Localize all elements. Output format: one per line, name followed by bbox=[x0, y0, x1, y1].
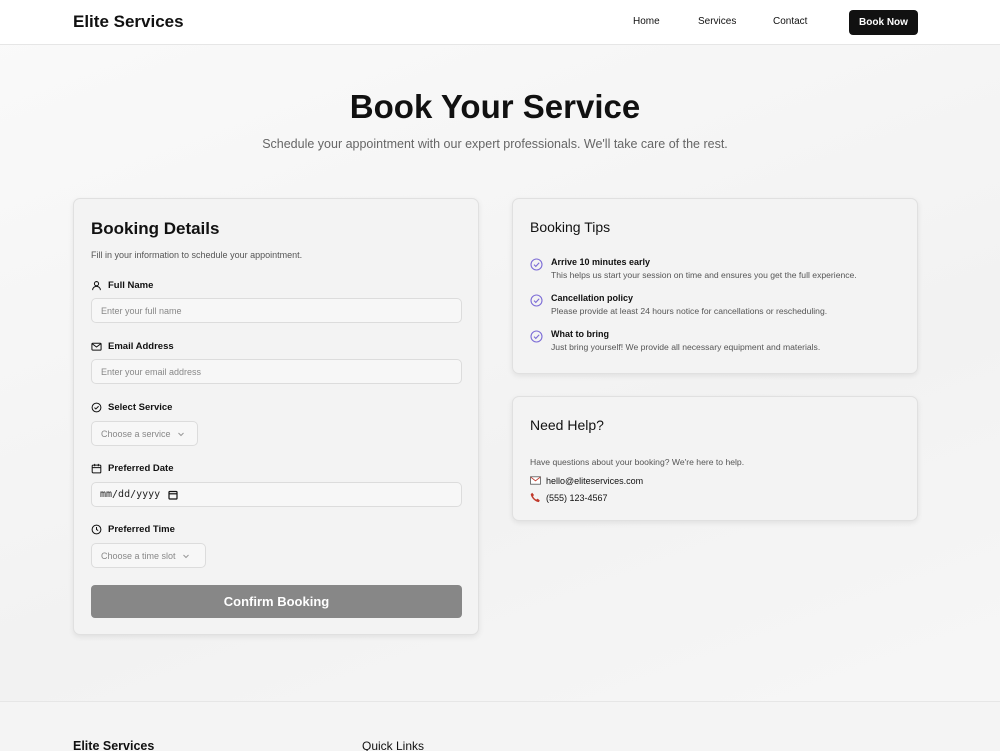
book-now-button[interactable]: Book Now bbox=[849, 10, 918, 35]
form-description: Fill in your information to schedule you… bbox=[91, 250, 303, 260]
date-input[interactable]: mm/dd/yyyy bbox=[91, 482, 462, 507]
full-name-label-text: Full Name bbox=[108, 280, 154, 291]
nav-link-contact[interactable]: Contact bbox=[773, 16, 807, 27]
full-name-input[interactable]: Enter your full name bbox=[91, 298, 462, 323]
form-title: Booking Details bbox=[91, 219, 220, 238]
help-email-row[interactable]: hello@eliteservices.com bbox=[530, 475, 643, 486]
time-label-text: Preferred Time bbox=[108, 524, 175, 535]
tip-item: Cancellation policy Please provide at le… bbox=[530, 293, 827, 316]
help-phone[interactable]: (555) 123-4567 bbox=[546, 493, 608, 503]
tip-text: This helps us start your session on time… bbox=[551, 270, 857, 280]
calendar-icon bbox=[91, 463, 102, 474]
full-name-label: Full Name bbox=[91, 280, 153, 291]
check-circle-icon bbox=[91, 402, 102, 413]
date-label-text: Preferred Date bbox=[108, 463, 174, 474]
help-email[interactable]: hello@eliteservices.com bbox=[546, 476, 643, 486]
tip-item: What to bring Just bring yourself! We pr… bbox=[530, 329, 820, 352]
envelope-icon bbox=[530, 476, 541, 485]
nav-link-services[interactable]: Services bbox=[698, 16, 736, 27]
tip-title: What to bring bbox=[551, 329, 609, 339]
tip-item: Arrive 10 minutes early This helps us st… bbox=[530, 257, 857, 280]
tip-text: Just bring yourself! We provide all nece… bbox=[551, 342, 821, 352]
service-label-text: Select Service bbox=[108, 402, 173, 413]
service-label: Select Service bbox=[91, 402, 172, 413]
top-navbar: Elite Services Home Services Contact Boo… bbox=[0, 0, 1000, 45]
mail-icon bbox=[91, 342, 102, 351]
email-label: Email Address bbox=[91, 341, 174, 352]
footer: Elite Services Quick Links bbox=[0, 701, 1000, 751]
footer-brand: Elite Services bbox=[73, 739, 155, 751]
help-phone-row[interactable]: (555) 123-4567 bbox=[530, 492, 608, 503]
page-title: Book Your Service bbox=[349, 88, 641, 125]
check-circle-icon bbox=[530, 330, 543, 343]
time-label: Preferred Time bbox=[91, 524, 175, 535]
booking-form-card: Booking Details Fill in your information… bbox=[73, 198, 479, 635]
time-select-value: Choose a time slot bbox=[101, 550, 176, 561]
tips-title: Booking Tips bbox=[530, 219, 611, 235]
email-input[interactable]: Enter your email address bbox=[91, 359, 462, 384]
tip-title: Cancellation policy bbox=[551, 293, 634, 303]
calendar-picker-icon[interactable] bbox=[168, 490, 178, 500]
check-circle-icon bbox=[530, 294, 543, 307]
email-label-text: Email Address bbox=[108, 341, 174, 352]
footer-quick-links-heading: Quick Links bbox=[362, 739, 425, 751]
page-subtitle: Schedule your appointment with our exper… bbox=[262, 137, 728, 151]
service-select-value: Choose a service bbox=[101, 428, 171, 439]
nav-link-home[interactable]: Home bbox=[633, 16, 660, 27]
service-select[interactable]: Choose a service bbox=[91, 421, 198, 446]
confirm-booking-button[interactable]: Confirm Booking bbox=[91, 585, 462, 618]
booking-tips-card: Booking Tips Arrive 10 minutes early Thi… bbox=[512, 198, 918, 374]
date-input-value: mm/dd/yyyy bbox=[100, 489, 161, 500]
phone-icon bbox=[530, 492, 540, 503]
chevron-down-icon bbox=[177, 432, 184, 436]
tip-title: Arrive 10 minutes early bbox=[551, 257, 651, 267]
chevron-down-icon bbox=[182, 554, 189, 558]
help-text: Have questions about your booking? We're… bbox=[530, 457, 745, 467]
tip-text: Please provide at least 24 hours notice … bbox=[551, 306, 828, 316]
brand-logo[interactable]: Elite Services bbox=[73, 12, 184, 32]
need-help-card: Need Help? Have questions about your boo… bbox=[512, 396, 918, 521]
user-icon bbox=[92, 281, 101, 291]
time-select[interactable]: Choose a time slot bbox=[91, 543, 206, 568]
clock-icon bbox=[91, 524, 102, 535]
date-label: Preferred Date bbox=[91, 463, 173, 474]
help-title: Need Help? bbox=[530, 417, 604, 433]
check-circle-icon bbox=[530, 258, 543, 271]
